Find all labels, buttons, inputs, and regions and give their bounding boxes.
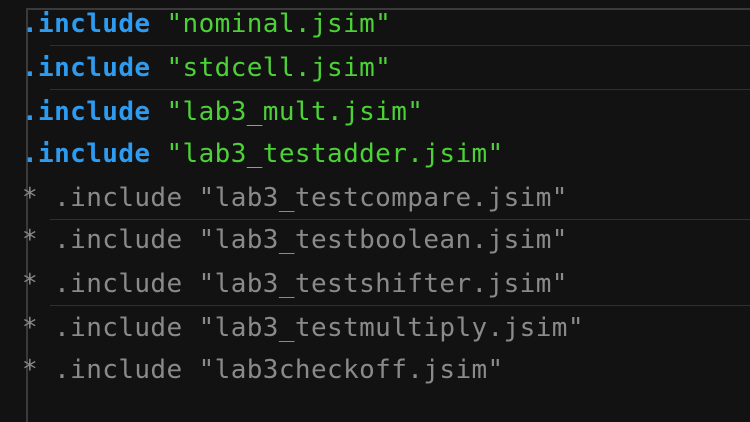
code-editor[interactable]: .include "nominal.jsim" .include "stdcel…: [0, 0, 750, 422]
comment-text: * .include "lab3_testboolean.jsim": [22, 225, 568, 255]
comment-text: * .include "lab3_testcompare.jsim": [22, 183, 568, 213]
code-line-6[interactable]: * .include "lab3_testboolean.jsim": [22, 219, 750, 262]
string-literal: "lab3_mult.jsim": [150, 97, 424, 127]
code-line-3[interactable]: .include "lab3_mult.jsim": [22, 91, 750, 134]
keyword-include: .include: [22, 97, 151, 127]
keyword-include: .include: [22, 9, 151, 39]
comment-text: * .include "lab3_testmultiply.jsim": [22, 313, 584, 343]
code-line-1[interactable]: .include "nominal.jsim": [22, 3, 750, 46]
code-line-9[interactable]: * .include "lab3checkoff.jsim": [22, 349, 750, 392]
keyword-include: .include: [22, 53, 151, 83]
code-line-4[interactable]: .include "lab3_testadder.jsim": [22, 133, 750, 176]
string-literal: "stdcell.jsim": [150, 53, 392, 83]
code-line-2[interactable]: .include "stdcell.jsim": [22, 47, 750, 90]
code-line-5[interactable]: * .include "lab3_testcompare.jsim": [22, 177, 750, 220]
comment-text: * .include "lab3_testshifter.jsim": [22, 269, 568, 299]
keyword-include: .include: [22, 139, 151, 169]
comment-text: * .include "lab3checkoff.jsim": [22, 355, 504, 385]
string-literal: "nominal.jsim": [150, 9, 392, 39]
code-line-7[interactable]: * .include "lab3_testshifter.jsim": [22, 263, 750, 306]
string-literal: "lab3_testadder.jsim": [150, 139, 504, 169]
code-line-8[interactable]: * .include "lab3_testmultiply.jsim": [22, 307, 750, 350]
